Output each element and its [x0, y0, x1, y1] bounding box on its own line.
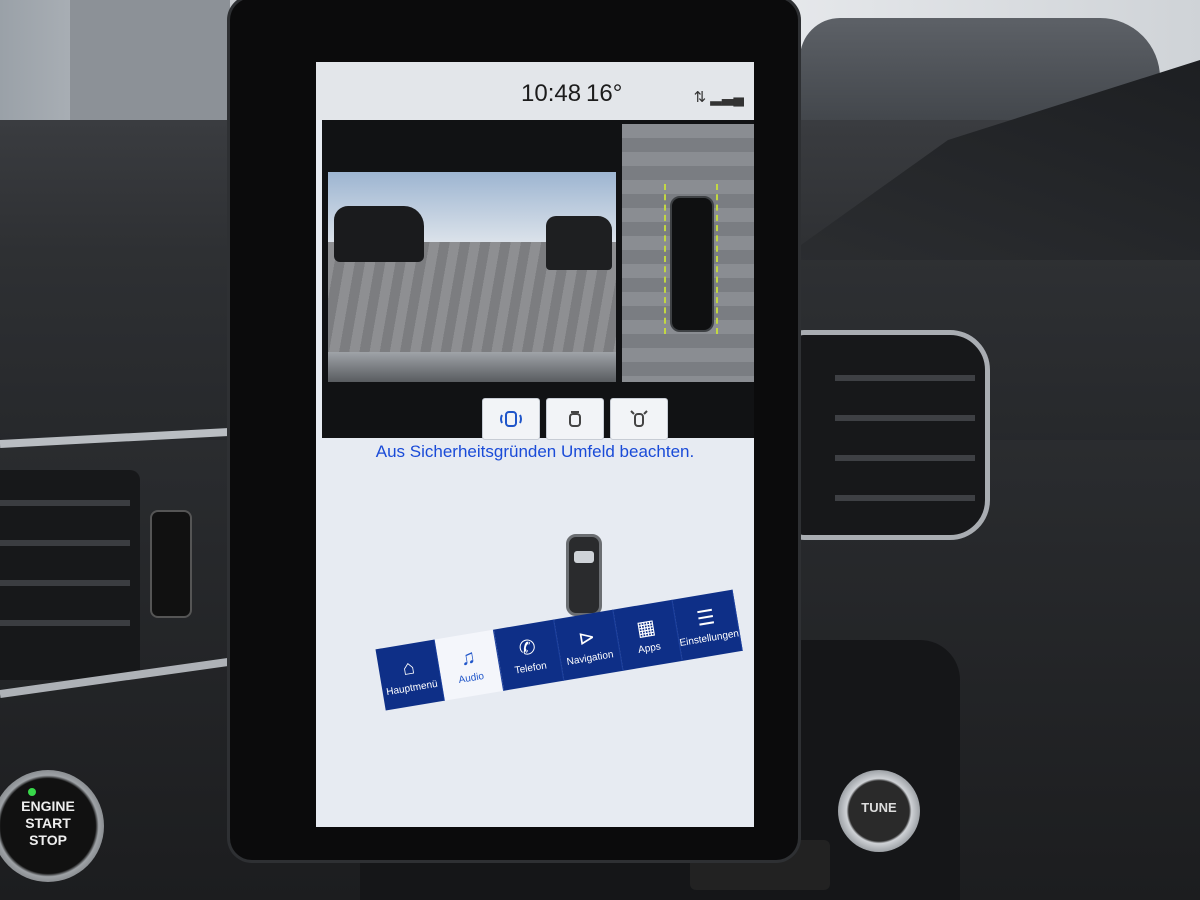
rear-bumper: [328, 352, 616, 382]
status-bar: 10:48 16° ⇅ ▂▃▄: [316, 62, 754, 120]
nav-home[interactable]: ⌂ Hauptmenü: [375, 639, 446, 711]
side-camera-button[interactable]: [610, 398, 668, 440]
guide-line: [664, 184, 668, 334]
nav-settings[interactable]: ☰ Einstellungen: [672, 589, 743, 661]
clock: 10:48: [521, 80, 582, 107]
vent-adjuster[interactable]: [150, 510, 192, 618]
parking-car-icon: [566, 534, 602, 616]
apps-grid-icon: ▦: [634, 615, 658, 641]
power-led: [28, 788, 36, 796]
left-air-vent: [0, 470, 140, 680]
right-air-vent: [790, 330, 990, 540]
navigation-arrow-icon: ⊳: [576, 625, 597, 651]
nav-navigation[interactable]: ⊳ Navigation: [553, 609, 624, 681]
nav-phone-label: Telefon: [513, 659, 548, 677]
start-button-label: ENGINE START STOP: [21, 798, 75, 848]
tune-label: TUNE: [861, 800, 897, 815]
music-note-icon: ♫: [458, 645, 478, 670]
home-icon: ⌂: [400, 655, 417, 680]
front-camera-button[interactable]: [546, 398, 604, 440]
infotainment-screen: 10:48 16° ⇅ ▂▃▄ Aus Sicherheitsgründen U…: [316, 62, 754, 827]
car-front-icon: [569, 411, 581, 427]
settings-sliders-icon: ☰: [695, 605, 717, 631]
nav-audio[interactable]: ♫ Audio: [434, 629, 505, 701]
bottom-navigation: ⌂ Hauptmenü ♫ Audio ✆ Telefon ⊳ Navigati…: [375, 589, 749, 748]
birds-eye-view: [622, 124, 754, 382]
nav-phone[interactable]: ✆ Telefon: [494, 619, 564, 691]
nav-navigation-label: Navigation: [565, 648, 615, 668]
outside-temperature: 16°: [586, 80, 623, 107]
nav-apps-label: Apps: [637, 640, 662, 656]
signal-icon: ⇅ ▂▃▄: [693, 89, 744, 106]
camera-view: [322, 120, 754, 438]
safety-message: Aus Sicherheitsgründen Umfeld beachten.: [375, 442, 695, 461]
car-sensors-icon: [630, 410, 648, 427]
nav-apps[interactable]: ▦ Apps: [612, 599, 683, 671]
nav-home-label: Hauptmenü: [385, 678, 439, 698]
tune-knob[interactable]: TUNE: [838, 770, 920, 852]
nav-audio-label: Audio: [457, 670, 485, 686]
guide-line: [716, 184, 720, 334]
rear-camera-feed: [328, 172, 616, 382]
camera-mode-buttons: [482, 398, 668, 440]
building-outside: [70, 0, 230, 120]
nav-settings-label: Einstellungen: [678, 627, 740, 649]
vehicle-top-view: [670, 196, 714, 332]
phone-icon: ✆: [517, 635, 538, 661]
camera-360-button[interactable]: [482, 398, 540, 440]
camera-360-icon: [500, 411, 522, 427]
